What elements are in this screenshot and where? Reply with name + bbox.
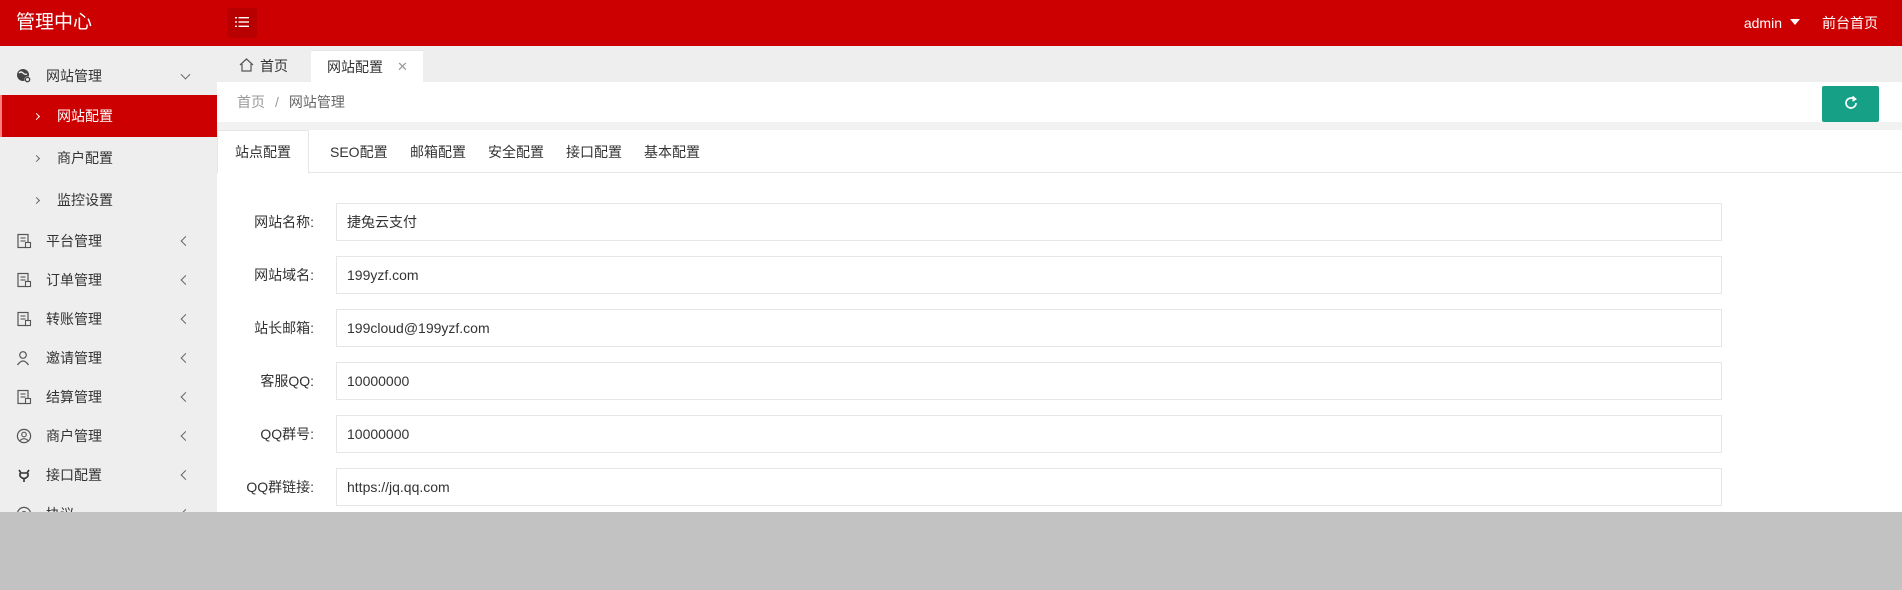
- sidebar: 网站管理 网站配置 商户配置 监控设置 平台管理 订单管理 转账管理 邀请管理 …: [0, 46, 217, 512]
- chevron-right-icon: [32, 112, 41, 120]
- sidebar-item-site-manage[interactable]: 网站管理: [0, 56, 217, 95]
- page-tabbar: 首页 网站配置 ✕: [217, 46, 1902, 82]
- user-name: admin: [1743, 15, 1782, 31]
- front-home-link[interactable]: 前台首页: [1822, 13, 1878, 33]
- plug-icon: [16, 467, 32, 483]
- document-icon: [16, 311, 32, 327]
- header-right: admin 前台首页: [1744, 0, 1902, 46]
- field-label: QQ群链接:: [246, 479, 314, 495]
- chevron-right-icon: [32, 196, 41, 204]
- field-label: 站长邮箱:: [254, 320, 314, 336]
- form-row-qq-group-link: QQ群链接:: [217, 468, 1902, 506]
- app-window: 管理中心 admin 前台首页 网站管理 网站配置 商户配置 监控设置 平台管理…: [0, 0, 1902, 512]
- sidebar-item-invites[interactable]: 邀请管理: [0, 338, 217, 377]
- chevron-left-icon: [180, 352, 191, 363]
- sidebar-item-orders[interactable]: 订单管理: [0, 260, 217, 299]
- user-icon: [16, 350, 32, 366]
- tab-label: 网站配置: [327, 58, 383, 75]
- chevron-right-icon: [32, 154, 41, 162]
- chevron-left-icon: [180, 469, 191, 480]
- breadcrumb-separator: /: [275, 94, 279, 110]
- breadcrumb-current: 网站管理: [288, 94, 345, 110]
- chevron-left-icon: [180, 235, 191, 246]
- sidebar-item-label: 平台管理: [46, 232, 102, 249]
- sidebar-item-api-config[interactable]: 接口配置: [0, 455, 217, 494]
- sidebar-item-label: 商户管理: [46, 427, 102, 444]
- tab-label: 首页: [260, 58, 288, 74]
- config-tabs: 站点配置 SEO配置 邮箱配置 安全配置 接口配置 基本配置: [217, 130, 1902, 174]
- admin-email-field[interactable]: [336, 309, 1722, 347]
- sidebar-item-label: 接口配置: [46, 466, 102, 483]
- circle-icon: [16, 506, 32, 512]
- sidebar-item-settlement[interactable]: 结算管理: [0, 377, 217, 416]
- sidebar-subitem-label: 监控设置: [57, 192, 113, 208]
- breadcrumb-home[interactable]: 首页: [237, 92, 265, 112]
- form-row-service-qq: 客服QQ:: [217, 362, 1902, 400]
- chevron-left-icon: [180, 430, 191, 441]
- breadcrumb: 首页 / 网站管理: [237, 82, 345, 122]
- sidebar-subitem-site-config[interactable]: 网站配置: [0, 95, 217, 137]
- tab-seo-settings[interactable]: SEO配置: [313, 130, 405, 173]
- document-icon: [16, 233, 32, 249]
- document-icon: [16, 272, 32, 288]
- chevron-left-icon: [180, 508, 191, 512]
- sidebar-item-platform[interactable]: 平台管理: [0, 221, 217, 260]
- home-icon: [239, 57, 254, 75]
- chevron-left-icon: [180, 391, 191, 402]
- field-label: 网站名称:: [254, 214, 314, 230]
- refresh-icon: [1843, 95, 1859, 114]
- tab-basic-settings[interactable]: 基本配置: [627, 130, 717, 173]
- sidebar-subitem-monitor-settings[interactable]: 监控设置: [0, 179, 217, 221]
- sidebar-subitem-label: 商户配置: [57, 150, 113, 166]
- refresh-button[interactable]: [1822, 86, 1879, 122]
- qq-group-field[interactable]: [336, 415, 1722, 453]
- service-qq-field[interactable]: [336, 362, 1722, 400]
- sidebar-item-label: 网站管理: [46, 67, 102, 84]
- caret-down-icon: [1790, 19, 1800, 25]
- field-label: 网站域名:: [254, 267, 314, 283]
- field-label: 客服QQ:: [260, 373, 314, 389]
- sidebar-item-label: 协议……: [46, 504, 102, 513]
- sidebar-item-label: 结算管理: [46, 388, 102, 405]
- chevron-left-icon: [180, 274, 191, 285]
- tab-mail-settings[interactable]: 邮箱配置: [393, 130, 483, 173]
- close-icon[interactable]: ✕: [397, 59, 408, 75]
- sidebar-item-label: 订单管理: [46, 271, 102, 288]
- globe-gear-icon: [16, 68, 32, 84]
- document-icon: [16, 389, 32, 405]
- user-circle-icon: [16, 428, 32, 444]
- sidebar-item-transfers[interactable]: 转账管理: [0, 299, 217, 338]
- form-row-admin-email: 站长邮箱:: [217, 309, 1902, 347]
- field-label: QQ群号:: [260, 426, 314, 442]
- sidebar-item-label: 邀请管理: [46, 349, 102, 366]
- config-panel: 站点配置 SEO配置 邮箱配置 安全配置 接口配置 基本配置 网站名称: 网站域…: [217, 130, 1902, 512]
- chevron-down-icon: [180, 69, 191, 80]
- tab-security-settings[interactable]: 安全配置: [471, 130, 561, 173]
- breadcrumb-bar: 首页 / 网站管理: [217, 82, 1902, 122]
- sidebar-subitem-merchant-config[interactable]: 商户配置: [0, 137, 217, 179]
- tab-site-config[interactable]: 网站配置 ✕: [311, 50, 423, 82]
- form-row-site-domain: 网站域名:: [217, 256, 1902, 294]
- sidebar-subitem-label: 网站配置: [57, 108, 113, 124]
- form-row-site-name: 网站名称:: [217, 203, 1902, 241]
- qq-group-link-field[interactable]: [336, 468, 1722, 506]
- sidebar-item-merchants[interactable]: 商户管理: [0, 416, 217, 455]
- user-menu[interactable]: admin: [1744, 15, 1800, 31]
- tab-api-settings[interactable]: 接口配置: [549, 130, 639, 173]
- site-name-field[interactable]: [336, 203, 1722, 241]
- tab-site-settings[interactable]: 站点配置: [217, 130, 309, 174]
- form-row-qq-group: QQ群号:: [217, 415, 1902, 453]
- sidebar-item-label: 转账管理: [46, 310, 102, 327]
- app-logo: 管理中心: [16, 12, 93, 33]
- chevron-left-icon: [180, 313, 191, 324]
- site-domain-field[interactable]: [336, 256, 1722, 294]
- menu-toggle-button[interactable]: [227, 8, 257, 38]
- sidebar-item-partial[interactable]: 协议……: [0, 494, 217, 512]
- hamburger-icon: [235, 15, 249, 31]
- top-header: 管理中心 admin 前台首页: [0, 0, 1902, 46]
- tab-home[interactable]: 首页: [223, 50, 303, 82]
